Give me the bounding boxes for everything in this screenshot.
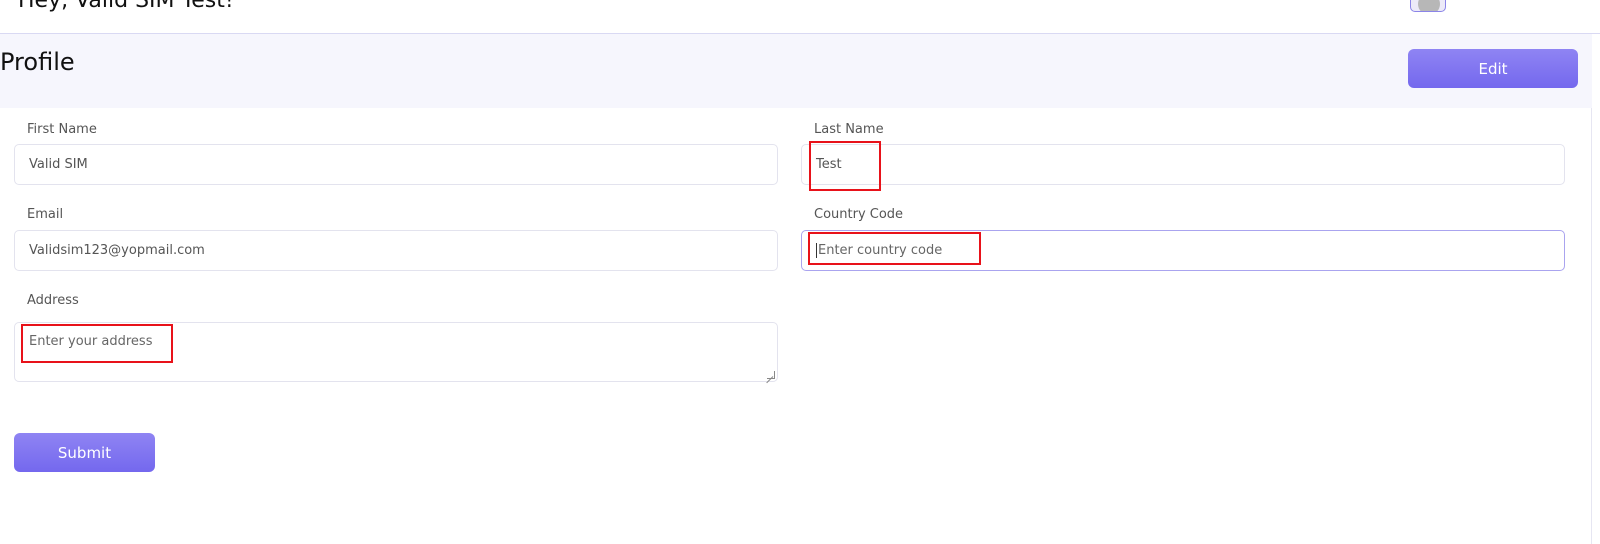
address-textarea[interactable]: Enter your address: [14, 322, 778, 382]
country-code-field[interactable]: Enter country code: [801, 230, 1565, 271]
resize-handle-icon[interactable]: [767, 371, 775, 379]
profile-card: Profile Edit First Name Valid SIM Last N…: [0, 34, 1592, 544]
country-code-label: Country Code: [814, 207, 904, 222]
submit-button[interactable]: Submit: [14, 433, 155, 472]
profile-card-header: Profile Edit: [0, 34, 1592, 108]
country-code-placeholder: Enter country code: [818, 243, 943, 258]
first-name-value: Valid SIM: [29, 157, 88, 172]
avatar-icon: [1418, 0, 1440, 11]
edit-button[interactable]: Edit: [1408, 49, 1578, 88]
email-value: Validsim123@yopmail.com: [29, 243, 205, 258]
profile-page: Hey, Valid SIM Test! Profile Edit First …: [0, 0, 1600, 544]
text-caret: [816, 243, 817, 258]
greeting-text: Hey, Valid SIM Test!: [18, 0, 234, 13]
last-name-value: Test: [816, 157, 842, 172]
last-name-field[interactable]: Test: [801, 144, 1565, 185]
user-avatar[interactable]: [1410, 0, 1446, 12]
top-header: Hey, Valid SIM Test!: [0, 0, 1600, 34]
email-label: Email: [27, 207, 64, 222]
first-name-field[interactable]: Valid SIM: [14, 144, 778, 185]
address-placeholder: Enter your address: [29, 334, 153, 349]
first-name-label: First Name: [27, 122, 97, 137]
last-name-label: Last Name: [814, 122, 884, 137]
page-title: Profile: [0, 48, 75, 76]
email-field[interactable]: Validsim123@yopmail.com: [14, 230, 778, 271]
address-label: Address: [27, 293, 79, 308]
